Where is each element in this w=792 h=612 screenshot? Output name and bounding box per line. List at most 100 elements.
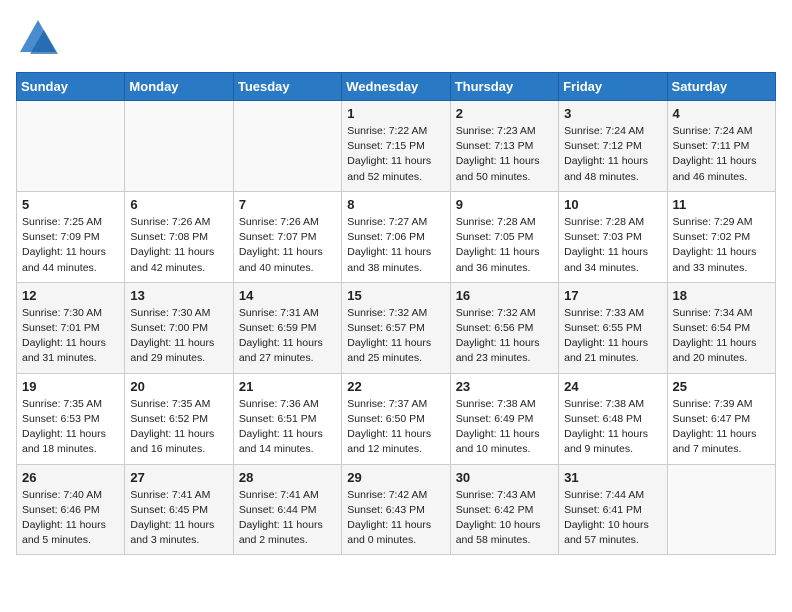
day-info: Sunrise: 7:29 AM Sunset: 7:02 PM Dayligh… — [673, 215, 770, 276]
calendar-cell: 21 Sunrise: 7:36 AM Sunset: 6:51 PM Dayli… — [233, 373, 341, 464]
calendar-cell: 26 Sunrise: 7:40 AM Sunset: 6:46 PM Dayli… — [17, 464, 125, 555]
day-info: Sunrise: 7:39 AM Sunset: 6:47 PM Dayligh… — [673, 397, 770, 458]
calendar-week-5: 26 Sunrise: 7:40 AM Sunset: 6:46 PM Dayli… — [17, 464, 776, 555]
day-info: Sunrise: 7:24 AM Sunset: 7:11 PM Dayligh… — [673, 124, 770, 185]
calendar-week-2: 5 Sunrise: 7:25 AM Sunset: 7:09 PM Daylig… — [17, 191, 776, 282]
calendar-cell: 16 Sunrise: 7:32 AM Sunset: 6:56 PM Dayli… — [450, 282, 558, 373]
day-number: 5 — [22, 197, 119, 212]
calendar-cell: 1 Sunrise: 7:22 AM Sunset: 7:15 PM Daylig… — [342, 101, 450, 192]
calendar-cell — [125, 101, 233, 192]
calendar-cell: 11 Sunrise: 7:29 AM Sunset: 7:02 PM Dayli… — [667, 191, 775, 282]
calendar-cell: 30 Sunrise: 7:43 AM Sunset: 6:42 PM Dayli… — [450, 464, 558, 555]
logo-icon — [16, 16, 60, 60]
calendar-cell: 3Sunrise: 7:24 AM Sunset: 7:12 PM Daylig… — [559, 101, 667, 192]
weekday-header-tuesday: Tuesday — [233, 73, 341, 101]
day-number: 16 — [456, 288, 553, 303]
day-number: 26 — [22, 470, 119, 485]
day-info: Sunrise: 7:26 AM Sunset: 7:07 PM Dayligh… — [239, 215, 336, 276]
calendar-cell — [17, 101, 125, 192]
weekday-header-wednesday: Wednesday — [342, 73, 450, 101]
weekday-header-friday: Friday — [559, 73, 667, 101]
day-number: 19 — [22, 379, 119, 394]
calendar-cell: 23 Sunrise: 7:38 AM Sunset: 6:49 PM Dayli… — [450, 373, 558, 464]
day-number: 27 — [130, 470, 227, 485]
weekday-header-sunday: Sunday — [17, 73, 125, 101]
calendar-cell: 13 Sunrise: 7:30 AM Sunset: 7:00 PM Dayli… — [125, 282, 233, 373]
day-info: Sunrise: 7:33 AM Sunset: 6:55 PM Dayligh… — [564, 306, 661, 367]
day-info: Sunrise: 7:24 AM Sunset: 7:12 PM Dayligh… — [564, 124, 661, 185]
calendar-week-4: 19 Sunrise: 7:35 AM Sunset: 6:53 PM Dayli… — [17, 373, 776, 464]
calendar-cell: 2 Sunrise: 7:23 AM Sunset: 7:13 PM Daylig… — [450, 101, 558, 192]
calendar-week-1: 1 Sunrise: 7:22 AM Sunset: 7:15 PM Daylig… — [17, 101, 776, 192]
day-info: Sunrise: 7:35 AM Sunset: 6:53 PM Dayligh… — [22, 397, 119, 458]
day-number: 14 — [239, 288, 336, 303]
day-number: 2 — [456, 106, 553, 121]
day-info: Sunrise: 7:40 AM Sunset: 6:46 PM Dayligh… — [22, 488, 119, 549]
calendar-week-3: 12 Sunrise: 7:30 AM Sunset: 7:01 PM Dayli… — [17, 282, 776, 373]
calendar-cell: 31 Sunrise: 7:44 AM Sunset: 6:41 PM Dayli… — [559, 464, 667, 555]
day-number: 24 — [564, 379, 661, 394]
day-number: 31 — [564, 470, 661, 485]
day-number: 23 — [456, 379, 553, 394]
day-info: Sunrise: 7:43 AM Sunset: 6:42 PM Dayligh… — [456, 488, 553, 549]
weekday-header-saturday: Saturday — [667, 73, 775, 101]
calendar-cell: 4 Sunrise: 7:24 AM Sunset: 7:11 PM Daylig… — [667, 101, 775, 192]
calendar-cell: 17Sunrise: 7:33 AM Sunset: 6:55 PM Dayli… — [559, 282, 667, 373]
day-info: Sunrise: 7:30 AM Sunset: 7:00 PM Dayligh… — [130, 306, 227, 367]
day-info: Sunrise: 7:41 AM Sunset: 6:44 PM Dayligh… — [239, 488, 336, 549]
day-info: Sunrise: 7:22 AM Sunset: 7:15 PM Dayligh… — [347, 124, 444, 185]
day-info: Sunrise: 7:23 AM Sunset: 7:13 PM Dayligh… — [456, 124, 553, 185]
day-number: 21 — [239, 379, 336, 394]
calendar-cell: 29Sunrise: 7:42 AM Sunset: 6:43 PM Dayli… — [342, 464, 450, 555]
page-header — [16, 16, 776, 60]
day-info: Sunrise: 7:32 AM Sunset: 6:56 PM Dayligh… — [456, 306, 553, 367]
calendar-cell: 7 Sunrise: 7:26 AM Sunset: 7:07 PM Daylig… — [233, 191, 341, 282]
day-number: 25 — [673, 379, 770, 394]
day-info: Sunrise: 7:38 AM Sunset: 6:48 PM Dayligh… — [564, 397, 661, 458]
day-info: Sunrise: 7:38 AM Sunset: 6:49 PM Dayligh… — [456, 397, 553, 458]
day-info: Sunrise: 7:44 AM Sunset: 6:41 PM Dayligh… — [564, 488, 661, 549]
day-number: 12 — [22, 288, 119, 303]
day-number: 9 — [456, 197, 553, 212]
day-info: Sunrise: 7:30 AM Sunset: 7:01 PM Dayligh… — [22, 306, 119, 367]
day-number: 30 — [456, 470, 553, 485]
day-info: Sunrise: 7:28 AM Sunset: 7:05 PM Dayligh… — [456, 215, 553, 276]
weekday-header-thursday: Thursday — [450, 73, 558, 101]
day-number: 1 — [347, 106, 444, 121]
day-number: 28 — [239, 470, 336, 485]
calendar-cell: 25 Sunrise: 7:39 AM Sunset: 6:47 PM Dayli… — [667, 373, 775, 464]
calendar-cell: 24 Sunrise: 7:38 AM Sunset: 6:48 PM Dayli… — [559, 373, 667, 464]
calendar-cell: 10Sunrise: 7:28 AM Sunset: 7:03 PM Dayli… — [559, 191, 667, 282]
day-number: 22 — [347, 379, 444, 394]
calendar-cell: 8 Sunrise: 7:27 AM Sunset: 7:06 PM Daylig… — [342, 191, 450, 282]
day-number: 13 — [130, 288, 227, 303]
day-info: Sunrise: 7:36 AM Sunset: 6:51 PM Dayligh… — [239, 397, 336, 458]
day-number: 8 — [347, 197, 444, 212]
calendar-cell — [233, 101, 341, 192]
day-info: Sunrise: 7:25 AM Sunset: 7:09 PM Dayligh… — [22, 215, 119, 276]
calendar-cell: 14Sunrise: 7:31 AM Sunset: 6:59 PM Dayli… — [233, 282, 341, 373]
day-info: Sunrise: 7:34 AM Sunset: 6:54 PM Dayligh… — [673, 306, 770, 367]
calendar-cell — [667, 464, 775, 555]
day-number: 29 — [347, 470, 444, 485]
calendar-cell: 5 Sunrise: 7:25 AM Sunset: 7:09 PM Daylig… — [17, 191, 125, 282]
day-number: 6 — [130, 197, 227, 212]
day-number: 18 — [673, 288, 770, 303]
calendar-cell: 20Sunrise: 7:35 AM Sunset: 6:52 PM Dayli… — [125, 373, 233, 464]
calendar-cell: 12 Sunrise: 7:30 AM Sunset: 7:01 PM Dayli… — [17, 282, 125, 373]
day-number: 4 — [673, 106, 770, 121]
calendar-cell: 28 Sunrise: 7:41 AM Sunset: 6:44 PM Dayli… — [233, 464, 341, 555]
weekday-header-monday: Monday — [125, 73, 233, 101]
day-info: Sunrise: 7:27 AM Sunset: 7:06 PM Dayligh… — [347, 215, 444, 276]
calendar-cell: 27Sunrise: 7:41 AM Sunset: 6:45 PM Dayli… — [125, 464, 233, 555]
day-number: 20 — [130, 379, 227, 394]
calendar-table: SundayMondayTuesdayWednesdayThursdayFrid… — [16, 72, 776, 555]
weekday-header-row: SundayMondayTuesdayWednesdayThursdayFrid… — [17, 73, 776, 101]
logo — [16, 16, 64, 60]
calendar-cell: 6 Sunrise: 7:26 AM Sunset: 7:08 PM Daylig… — [125, 191, 233, 282]
day-number: 11 — [673, 197, 770, 212]
day-info: Sunrise: 7:26 AM Sunset: 7:08 PM Dayligh… — [130, 215, 227, 276]
calendar-cell: 18 Sunrise: 7:34 AM Sunset: 6:54 PM Dayli… — [667, 282, 775, 373]
calendar-cell: 19 Sunrise: 7:35 AM Sunset: 6:53 PM Dayli… — [17, 373, 125, 464]
day-number: 7 — [239, 197, 336, 212]
